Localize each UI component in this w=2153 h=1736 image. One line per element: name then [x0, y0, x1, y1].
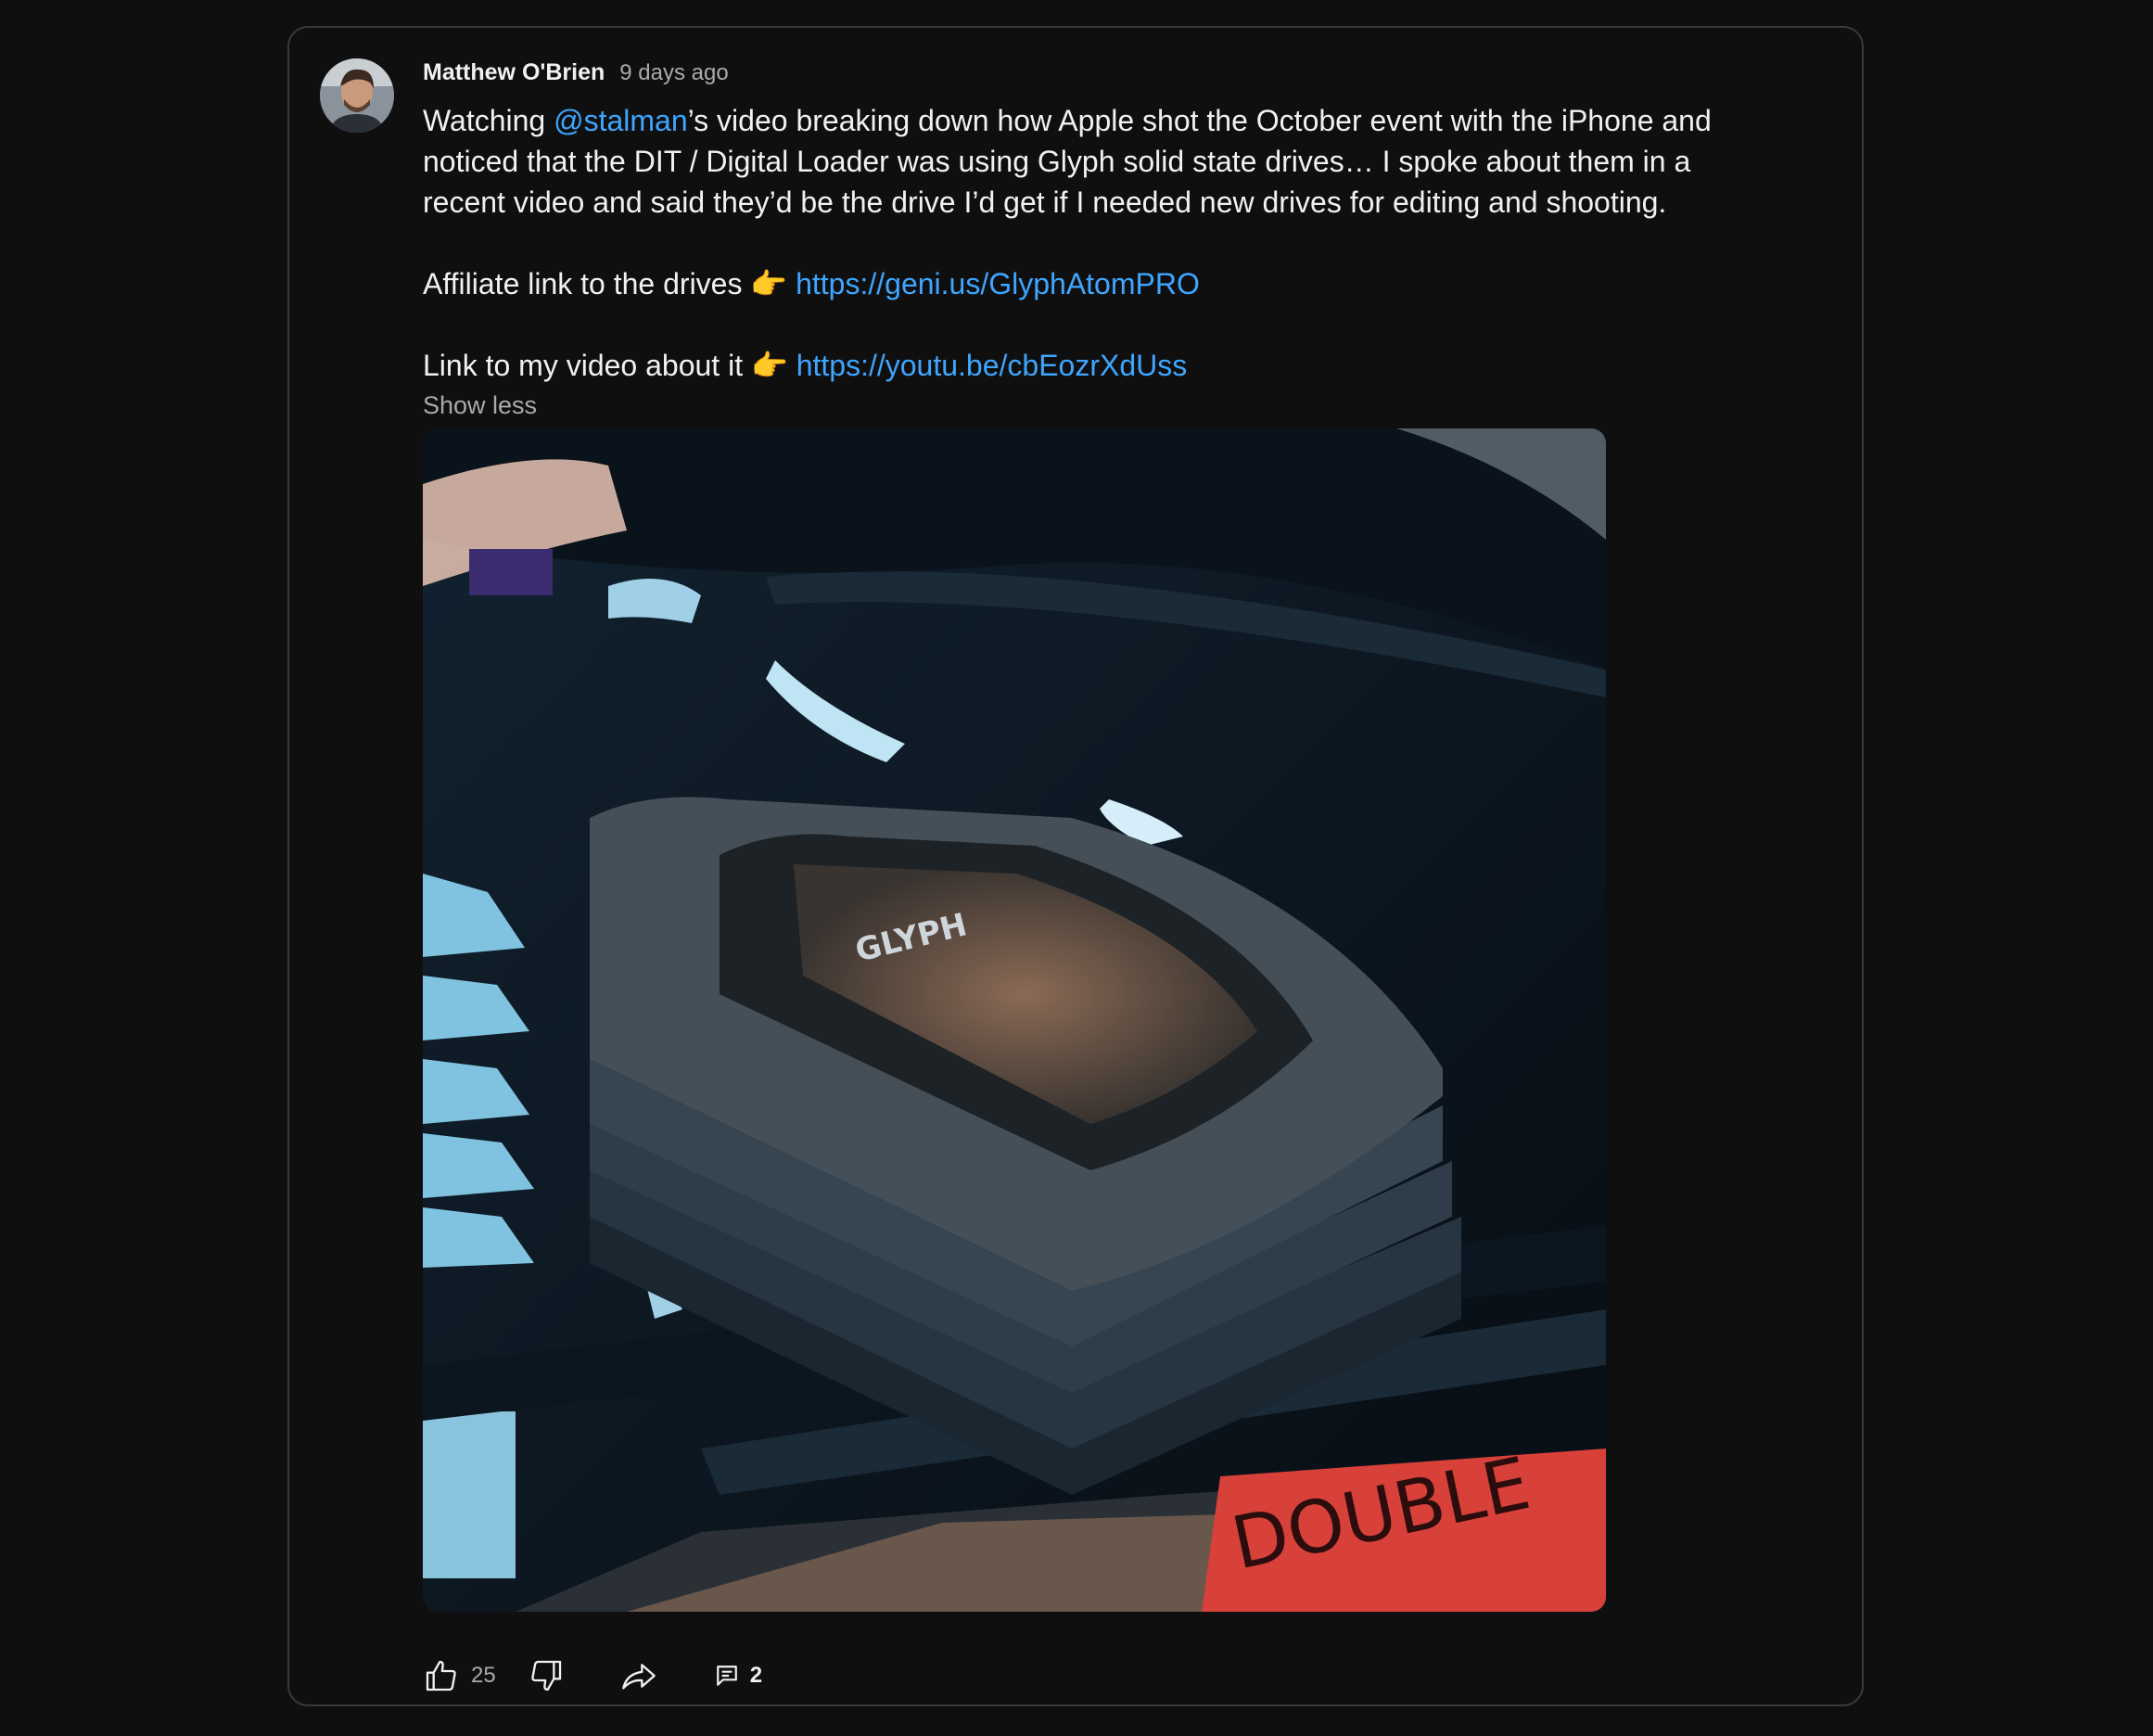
affiliate-link[interactable]: https://geni.us/GlyphAtomPRO — [796, 267, 1200, 300]
replies-button[interactable]: 2 — [715, 1663, 762, 1689]
avatar-image — [320, 58, 394, 133]
photo-glyph-drives: GLYPH DOUBLE — [423, 428, 1606, 1612]
action-bar: 25 2 — [423, 1653, 762, 1699]
share-icon — [621, 1664, 656, 1690]
thumb-down-icon — [530, 1660, 561, 1691]
pointing-hand-icon: 👉 — [750, 349, 788, 382]
post-body: Watching @stalman’s video breaking down … — [423, 100, 1730, 386]
video-link[interactable]: https://youtu.be/cbEozrXdUss — [796, 349, 1188, 382]
post-image[interactable]: GLYPH DOUBLE — [423, 428, 1606, 1612]
dislike-button[interactable] — [528, 1657, 565, 1694]
paragraph-3-text: Link to my video about it — [423, 349, 751, 382]
mention-link[interactable]: @stalman — [554, 104, 688, 137]
thumb-up-icon — [426, 1660, 456, 1691]
post-paragraph-3: Link to my video about it 👉 https://yout… — [423, 345, 1730, 386]
post-card: Matthew O'Brien 9 days ago Watching @sta… — [287, 26, 1864, 1706]
like-button[interactable]: 25 — [423, 1657, 496, 1694]
post-time[interactable]: 9 days ago — [619, 60, 728, 86]
post-paragraph-1: Watching @stalman’s video breaking down … — [423, 100, 1730, 223]
comment-icon — [716, 1666, 737, 1686]
like-count: 25 — [471, 1663, 496, 1688]
avatar[interactable] — [320, 58, 394, 133]
post-content: Matthew O'Brien 9 days ago Watching @sta… — [423, 59, 1777, 420]
reply-count: 2 — [749, 1663, 763, 1688]
pointing-hand-icon: 👉 — [750, 267, 788, 300]
author-name[interactable]: Matthew O'Brien — [423, 59, 605, 86]
paragraph-1-prefix: Watching — [423, 104, 554, 137]
share-button[interactable] — [618, 1657, 659, 1694]
paragraph-2-text: Affiliate link to the drives — [423, 267, 751, 300]
post-paragraph-2: Affiliate link to the drives 👉 https://g… — [423, 263, 1730, 304]
post-meta: Matthew O'Brien 9 days ago — [423, 59, 1777, 96]
show-less-button[interactable]: Show less — [423, 391, 537, 420]
